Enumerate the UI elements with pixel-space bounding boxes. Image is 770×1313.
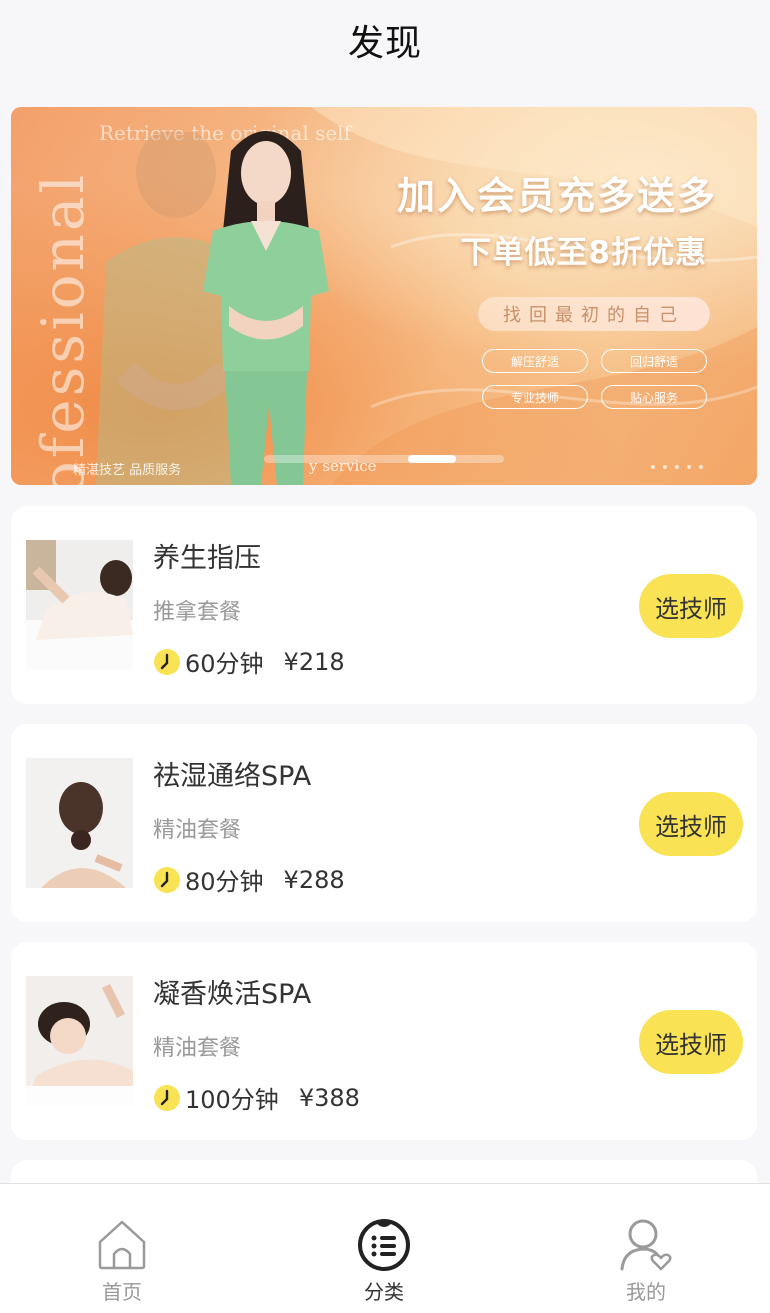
tab-category[interactable]: 分类 <box>304 1184 464 1313</box>
tab-profile[interactable]: 我的 <box>566 1184 726 1313</box>
clock-icon <box>154 1084 180 1111</box>
banner-slogan-pill: 找回最初的自己 <box>478 297 710 331</box>
bottom-tab-bar: 首页 分类 我的 <box>0 1183 770 1313</box>
service-price: ¥218 <box>283 647 345 676</box>
service-card[interactable]: 祛湿通络SPA 精油套餐 80分钟 ¥288 选技师 <box>11 724 757 922</box>
choose-therapist-button[interactable]: 选技师 <box>639 574 743 638</box>
service-meta: 60分钟 ¥218 <box>153 644 345 679</box>
service-card[interactable]: 养生指压 推拿套餐 60分钟 ¥218 选技师 <box>11 506 757 704</box>
tab-label: 分类 <box>364 1280 404 1304</box>
promo-banner[interactable]: Retrieve the original self professional … <box>11 107 757 485</box>
banner-subhead: 下单低至8折优惠 <box>460 235 707 271</box>
banner-headline: 加入会员充多送多 <box>396 174 717 218</box>
clock-icon <box>154 648 180 675</box>
service-name: 凝香焕活SPA <box>153 979 312 1010</box>
page-header: 发现 <box>0 0 770 80</box>
clock-icon <box>154 866 180 893</box>
service-package: 精油套餐 <box>153 1036 242 1061</box>
banner-tag: 贴心服务 <box>601 385 707 409</box>
banner-tag: 回归舒适 <box>601 349 707 373</box>
service-duration: 100分钟 <box>185 1086 279 1114</box>
service-duration: 60分钟 <box>185 650 264 678</box>
service-name: 养生指压 <box>153 543 261 574</box>
tab-label: 我的 <box>626 1280 666 1304</box>
banner-tag: 专业技师 <box>482 385 588 409</box>
banner-tag: 解压舒适 <box>482 349 588 373</box>
service-meta: 100分钟 ¥388 <box>153 1080 360 1115</box>
service-package: 精油套餐 <box>153 818 242 843</box>
profile-icon <box>620 1219 672 1271</box>
service-duration: 80分钟 <box>185 868 264 896</box>
category-icon <box>358 1219 410 1271</box>
carousel-indicator <box>408 455 456 463</box>
service-meta: 80分钟 ¥288 <box>153 862 345 897</box>
service-name: 祛湿通络SPA <box>153 761 312 792</box>
home-icon <box>98 1220 146 1270</box>
service-thumbnail <box>26 540 133 670</box>
banner-bottom-text: 精湛技艺 品质服务 <box>73 463 182 478</box>
tab-label: 首页 <box>102 1280 142 1304</box>
choose-therapist-button[interactable]: 选技师 <box>639 792 743 856</box>
page-title: 发现 <box>347 23 422 64</box>
carousel-track <box>264 455 504 463</box>
banner-vertical-word: professional <box>29 171 97 485</box>
banner-decor-dots <box>651 465 703 469</box>
service-price: ¥388 <box>298 1083 360 1112</box>
service-price: ¥288 <box>283 865 345 894</box>
service-package: 推拿套餐 <box>153 600 242 625</box>
tab-home[interactable]: 首页 <box>42 1184 202 1313</box>
service-thumbnail <box>26 758 133 888</box>
choose-therapist-button[interactable]: 选技师 <box>639 1010 743 1074</box>
service-thumbnail <box>26 976 133 1106</box>
banner-model-figure <box>203 131 329 485</box>
service-card[interactable]: 凝香焕活SPA 精油套餐 100分钟 ¥388 选技师 <box>11 942 757 1140</box>
